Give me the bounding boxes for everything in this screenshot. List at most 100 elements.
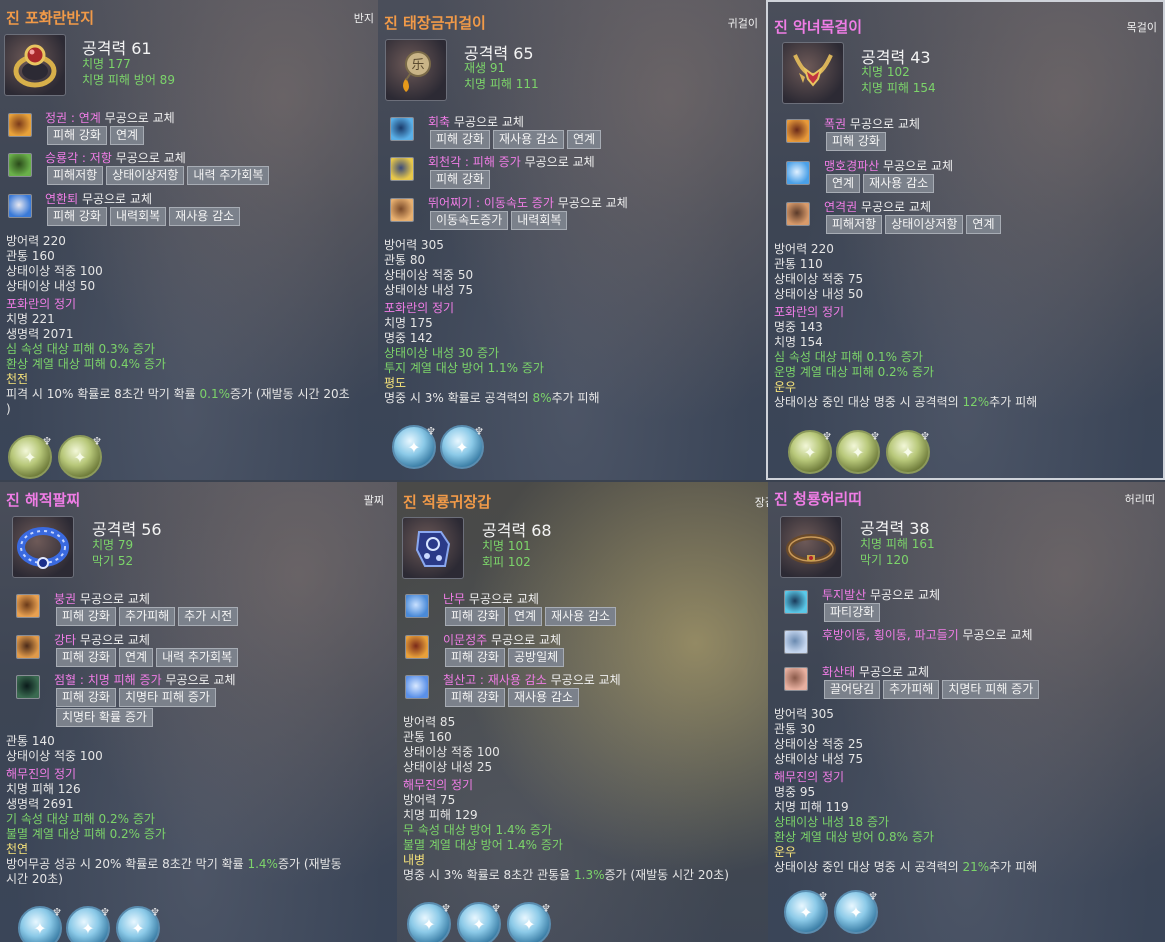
skill-effect-chip[interactable]: 재사용 감소	[545, 607, 617, 626]
dance-skill-icon[interactable]	[405, 594, 429, 618]
skill-effect-chip[interactable]: 피해저항	[47, 166, 104, 185]
skill-effect-chip[interactable]: 피해 강화	[445, 648, 505, 667]
gem-socket-icon[interactable]: ✦ ♆	[886, 430, 930, 474]
gem-socket-icon[interactable]: ✦ ♆	[58, 435, 102, 479]
bonus-stat: 상태이상 내성 30 증가	[384, 346, 500, 360]
skill-effect-chip[interactable]: 재사용 감소	[863, 174, 935, 193]
base-stat: 방어력 305	[384, 238, 444, 252]
skill-effect-chip[interactable]: 상태이상저항	[106, 166, 185, 185]
item-thumbnail[interactable]	[780, 516, 842, 578]
item-thumbnail[interactable]	[4, 34, 66, 96]
iron-mountain-skill-icon[interactable]	[405, 675, 429, 699]
fist-skill-icon[interactable]	[8, 113, 32, 137]
skill-effect-chip[interactable]: 재사용 감소	[492, 130, 564, 149]
skill-effect-chip[interactable]: 치명타 피해 증가	[118, 688, 216, 707]
tiger-palm-skill-icon[interactable]	[786, 161, 810, 185]
skill-effect-chip[interactable]: 추가피해	[883, 680, 940, 699]
skill-effect-chip[interactable]: 피해 강화	[430, 170, 490, 189]
fire-mountain-skill-icon[interactable]	[784, 667, 808, 691]
skill-effect-chip[interactable]: 피해 강화	[56, 688, 116, 707]
collapse-fist-skill-icon[interactable]	[16, 594, 40, 618]
gem-socket-icon[interactable]: ✦ ♆	[66, 906, 110, 942]
gem-socket-icon[interactable]: ✦ ♆	[788, 430, 832, 474]
item-slot-label: 허리띠	[1124, 493, 1155, 506]
skill-effect-chip[interactable]: 피해 강화	[56, 607, 116, 626]
skill-effect-chip[interactable]: 연계	[826, 174, 861, 193]
item-thumbnail[interactable]: 乐	[385, 39, 447, 101]
skill-effect-chip[interactable]: 연계	[109, 126, 145, 145]
skill-replace-line: 회천각 : 피해 증가 무공으로 교체	[428, 153, 595, 170]
set-effect-desc-cont: 시간 20초)	[6, 872, 63, 886]
gem-socket-icon[interactable]: ✦ ♆	[392, 425, 436, 469]
skill-effect-chip[interactable]: 내력회복	[511, 211, 568, 230]
skill-effect-chip[interactable]: 피해 강화	[56, 648, 116, 667]
skill-effect-chip[interactable]: 재사용 감소	[507, 688, 579, 707]
pressure-point-skill-icon[interactable]	[16, 675, 40, 699]
base-stat: 상태이상 내성 75	[384, 283, 474, 297]
fighting-spirit-skill-icon[interactable]	[784, 590, 808, 614]
skill-effect-chip[interactable]: 연계	[507, 607, 543, 626]
skill-effect-chip[interactable]: 내력 추가회복	[187, 166, 270, 185]
skill-effect-chip[interactable]: 피해 강화	[47, 207, 107, 226]
essence-stat: 생명력 2691	[6, 797, 74, 811]
gem-socket-icon[interactable]: ✦ ♆	[507, 902, 551, 942]
skill-effect-chip[interactable]: 피해 강화	[445, 688, 505, 707]
skill-effect-chip[interactable]: 내력 추가회복	[156, 648, 239, 667]
essence-stat: 명중 143	[774, 320, 823, 334]
skill-replace-line: 이문정주 무공으로 교체	[443, 631, 561, 648]
skill-effect-chip[interactable]: 치명타 피해 증가	[942, 680, 1040, 699]
gem-socket-icon[interactable]: ✦ ♆	[784, 890, 828, 934]
gauntlet-icon	[405, 520, 461, 576]
skill-effect-chip[interactable]: 상태이상저항	[885, 215, 964, 234]
skill-effect-chip[interactable]: 연계	[118, 648, 154, 667]
gem-socket-icon[interactable]: ✦ ♆	[18, 906, 62, 942]
skill-effect-chip[interactable]: 피해 강화	[430, 130, 490, 149]
base-stat: 방어력 85	[403, 715, 456, 729]
skill-effect-chip[interactable]: 피해 강화	[47, 126, 107, 145]
base-stat: 관통 30	[774, 722, 816, 736]
skill-effect-chip[interactable]: 이동속도증가	[430, 211, 509, 230]
skill-effect-chips: 피해 강화 연계 재사용 감소	[445, 607, 617, 626]
skill-effect-chip[interactable]: 공방일체	[507, 648, 565, 667]
gem-socket-icon[interactable]: ✦ ♆	[457, 902, 501, 942]
base-stat: 방어력 220	[6, 234, 66, 248]
skill-effect-chip[interactable]: 내력회복	[109, 207, 167, 226]
skill-replacement: 투지발산 무공으로 교체 파티강화	[768, 588, 1165, 630]
skill-replacement: 맹호경파산 무공으로 교체 연계 재사용 감소	[768, 159, 1163, 201]
dodge-skill-icon[interactable]	[784, 630, 808, 654]
skill-effect-chip[interactable]: 피해저항	[826, 215, 883, 234]
skill-replacement: 연격권 무공으로 교체 피해저항 상태이상저항 연계	[768, 200, 1163, 242]
kick-skill-icon[interactable]	[8, 153, 32, 177]
skill-effect-chip[interactable]: 재사용 감소	[169, 207, 241, 226]
skill-effect-chip[interactable]: 피해 강화	[445, 607, 505, 626]
skill-effect-chip[interactable]: 연계	[567, 130, 602, 149]
burst-fist-skill-icon[interactable]	[786, 119, 810, 143]
set-effect-value: 8%	[532, 391, 552, 405]
skill-effect-chip[interactable]: 추가피해	[118, 607, 176, 626]
thrust-skill-icon[interactable]	[405, 635, 429, 659]
skill-effect-chip[interactable]: 연계	[966, 215, 1001, 234]
set-effect-name: 평도	[384, 376, 407, 390]
skill-effect-chip[interactable]: 끌어당김	[824, 680, 881, 699]
crescent-skill-icon[interactable]	[390, 117, 414, 141]
spin-kick-skill-icon[interactable]	[390, 157, 414, 181]
leap-skill-icon[interactable]	[390, 198, 414, 222]
item-thumbnail[interactable]	[12, 516, 74, 578]
chain-fist-skill-icon[interactable]	[786, 202, 810, 226]
item-thumbnail[interactable]	[402, 517, 464, 579]
gem-socket-icon[interactable]: ✦ ♆	[407, 902, 451, 942]
gem-socket-icon[interactable]: ✦ ♆	[834, 890, 878, 934]
gem-socket-icon[interactable]: ✦ ♆	[116, 906, 160, 942]
skill-effect-chip[interactable]: 추가 시전	[178, 607, 239, 626]
skill-effect-chip[interactable]: 파티강화	[824, 603, 881, 622]
gem-socket-icon[interactable]: ✦ ♆	[836, 430, 880, 474]
set-effect-text: 추가 피해	[989, 860, 1038, 874]
gem-socket-icon[interactable]: ✦ ♆	[440, 425, 484, 469]
skill-effect-chip[interactable]: 피해 강화	[826, 132, 886, 151]
set-effect-value: 1.3%	[574, 868, 605, 882]
gem-socket-icon[interactable]: ✦ ♆	[8, 435, 52, 479]
strong-hit-skill-icon[interactable]	[16, 635, 40, 659]
item-thumbnail[interactable]	[782, 42, 844, 104]
skill-effect-chip[interactable]: 치명타 확률 증가	[56, 708, 153, 727]
combo-kick-skill-icon[interactable]	[8, 194, 32, 218]
